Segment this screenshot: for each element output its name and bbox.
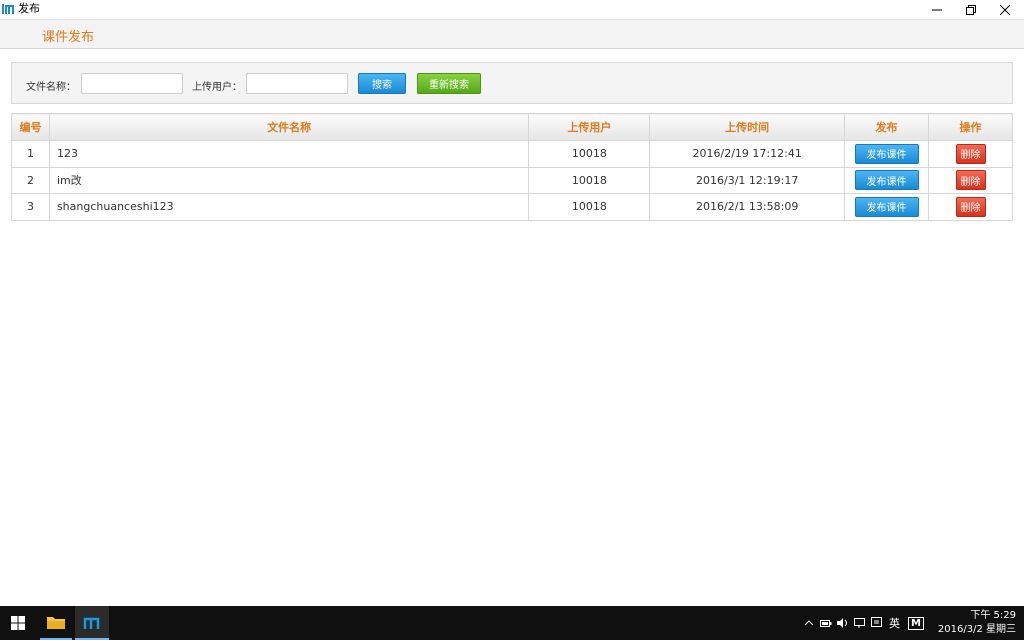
publish-courseware-button[interactable]: 发布课件 <box>854 170 919 191</box>
ime-language-indicator[interactable]: 英 <box>889 615 900 631</box>
row-action-cell: 删除 <box>928 166 1013 194</box>
window-title: 发布 <box>18 2 40 15</box>
row-publish-cell: 发布课件 <box>844 140 930 168</box>
row-upload-time: 2016/2/19 17:12:41 <box>649 140 846 168</box>
row-id: 3 <box>11 193 50 221</box>
windows-start-icon <box>11 616 25 630</box>
page-header: 课件发布 <box>0 19 1024 49</box>
uploader-label: 上传用户： <box>192 82 242 93</box>
search-panel: 文件名称： 上传用户： 搜索 重新搜索 <box>11 62 1013 104</box>
search-button[interactable]: 搜索 <box>358 73 406 94</box>
volume-icon[interactable] <box>837 618 849 628</box>
file-name-input[interactable] <box>81 73 183 94</box>
row-upload-time: 2016/3/1 12:19:17 <box>649 166 846 194</box>
folder-icon <box>47 617 65 629</box>
start-button[interactable] <box>0 606 36 640</box>
row-file-name: im改 <box>48 166 530 194</box>
column-header-upload-time[interactable]: 上传时间 <box>649 113 846 141</box>
delete-button[interactable]: 删除 <box>955 196 986 217</box>
chevron-up-icon[interactable] <box>804 618 814 628</box>
row-uploader: 10018 <box>528 140 651 168</box>
row-id: 2 <box>11 166 50 194</box>
delete-button[interactable]: 删除 <box>955 170 986 191</box>
publish-courseware-button[interactable]: 发布课件 <box>854 196 919 217</box>
file-name-label: 文件名称： <box>26 82 76 93</box>
network-icon[interactable] <box>854 618 866 628</box>
publish-courseware-button[interactable]: 发布课件 <box>854 143 919 164</box>
taskbar-clock[interactable]: 下午 5:29 2016/3/2 星期三 <box>938 609 1016 637</box>
app-logo-icon <box>2 4 14 14</box>
ime-mode-indicator[interactable]: M <box>908 616 924 630</box>
row-action-cell: 删除 <box>928 193 1013 221</box>
restore-button[interactable] <box>954 0 988 19</box>
row-file-name: shangchuanceshi123 <box>48 193 530 221</box>
window-titlebar: 发布 <box>0 0 1024 19</box>
row-publish-cell: 发布课件 <box>844 193 930 221</box>
row-file-name: 123 <box>48 140 530 168</box>
delete-button[interactable]: 删除 <box>955 143 986 164</box>
row-upload-time: 2016/2/1 13:58:09 <box>649 193 846 221</box>
table-row: 2 im改 10018 2016/3/1 12:19:17 发布课件 删除 <box>11 166 1013 194</box>
close-button[interactable] <box>988 0 1022 19</box>
table-row: 1 123 10018 2016/2/19 17:12:41 发布课件 删除 <box>11 140 1013 168</box>
row-action-cell: 删除 <box>928 140 1013 168</box>
reset-search-button[interactable]: 重新搜索 <box>417 73 481 94</box>
notification-icon[interactable] <box>871 617 883 629</box>
clock-date: 2016/3/2 星期三 <box>937 624 1016 635</box>
table-row: 3 shangchuanceshi123 10018 2016/2/1 13:5… <box>11 193 1013 221</box>
minimize-button[interactable] <box>920 0 954 19</box>
table-header-row: 编号 文件名称 上传用户 上传时间 发布 操作 <box>11 113 1013 141</box>
system-tray: 英 M <box>804 606 924 640</box>
column-header-uploader[interactable]: 上传用户 <box>528 113 651 141</box>
row-uploader: 10018 <box>528 193 651 221</box>
restore-icon <box>966 4 976 15</box>
taskbar: 英 M 下午 5:29 2016/3/2 星期三 <box>0 606 1024 640</box>
row-publish-cell: 发布课件 <box>844 166 930 194</box>
close-icon <box>1000 4 1010 15</box>
column-header-id[interactable]: 编号 <box>11 113 50 141</box>
column-header-file-name[interactable]: 文件名称 <box>48 113 530 141</box>
row-uploader: 10018 <box>528 166 651 194</box>
app-m-icon <box>83 617 100 629</box>
minimize-icon <box>932 9 942 10</box>
clock-time: 下午 5:29 <box>970 610 1016 621</box>
taskbar-file-explorer[interactable] <box>40 606 72 640</box>
taskbar-app-m[interactable] <box>75 606 109 640</box>
battery-icon[interactable] <box>820 618 832 628</box>
uploader-input[interactable] <box>246 73 348 94</box>
row-id: 1 <box>11 140 50 168</box>
courseware-table: 编号 文件名称 上传用户 上传时间 发布 操作 1 123 10018 2016… <box>11 113 1013 221</box>
page-title: 课件发布 <box>42 30 95 45</box>
column-header-action[interactable]: 操作 <box>928 113 1013 141</box>
column-header-publish[interactable]: 发布 <box>844 113 930 141</box>
